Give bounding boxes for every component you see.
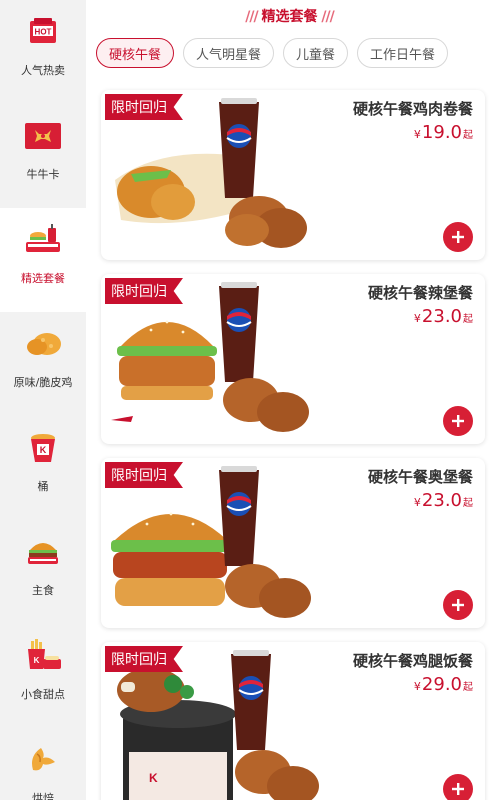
product-name: 硬核午餐鸡肉卷餐 xyxy=(352,100,473,118)
sidebar-item-label: 精选套餐 xyxy=(21,272,65,285)
price-value: 23.0 xyxy=(421,306,462,327)
tab-weekday-lunch[interactable]: 工作日午餐 xyxy=(357,38,449,68)
menu-content: /// 精选套餐 /// 硬核午餐 人气明星餐 儿童餐 工作日午餐 限时回归 硬… xyxy=(86,0,493,800)
section-title: 精选套餐 xyxy=(261,9,318,25)
sidebar-item-label: 烘焙 xyxy=(32,792,54,800)
product-name: 硬核午餐鸡腿饭餐 xyxy=(352,652,473,670)
plus-icon xyxy=(452,599,464,611)
kfc-bucket-icon: K xyxy=(23,428,63,468)
limited-return-tag: 限时回归 xyxy=(105,462,183,488)
sidebar-item-label: 牛牛卡 xyxy=(26,168,60,181)
product-price: ¥ 19.0 起 xyxy=(414,122,473,143)
burger-icon xyxy=(23,532,63,572)
price-currency: ¥ xyxy=(413,312,421,325)
price-currency: ¥ xyxy=(413,680,421,693)
product-card[interactable]: K 限时回归 硬核午餐鸡腿饭餐 ¥ 29.0 起 xyxy=(101,642,485,800)
sidebar-item-combo[interactable]: 精选套餐 xyxy=(0,208,86,312)
bull-card-icon xyxy=(23,116,63,156)
price-value: 19.0 xyxy=(421,122,462,143)
section-header: /// 精选套餐 /// xyxy=(86,6,493,26)
sidebar-item-label: 主食 xyxy=(32,584,54,597)
tab-hardcore-lunch[interactable]: 硬核午餐 xyxy=(96,38,175,68)
add-to-cart-button[interactable] xyxy=(443,590,473,620)
product-card[interactable]: 限时回归 硬核午餐奥堡餐 ¥ 23.0 起 xyxy=(101,458,485,628)
combo-tabs: 硬核午餐 人气明星餐 儿童餐 工作日午餐 xyxy=(96,38,449,68)
limited-return-tag: 限时回归 xyxy=(105,278,183,304)
sidebar-item-bucket[interactable]: K 桶 xyxy=(0,416,86,520)
svg-text:HOT: HOT xyxy=(35,28,52,37)
svg-text:K: K xyxy=(40,445,47,455)
hot-box-icon: HOT xyxy=(23,12,63,52)
price-suffix: 起 xyxy=(463,682,473,693)
plus-icon xyxy=(452,415,464,427)
tab-kids-meal[interactable]: 儿童餐 xyxy=(283,38,349,68)
sidebar-item-chicken[interactable]: 原味/脆皮鸡 xyxy=(0,312,86,416)
combo-meal-icon xyxy=(23,220,63,260)
product-name: 硬核午餐辣堡餐 xyxy=(367,284,473,302)
price-value: 29.0 xyxy=(421,674,462,695)
product-price: ¥ 23.0 起 xyxy=(414,306,473,327)
product-price: ¥ 29.0 起 xyxy=(414,674,473,695)
price-value: 23.0 xyxy=(421,490,462,511)
sidebar-item-label: 小食甜点 xyxy=(21,688,65,701)
fried-chicken-icon xyxy=(23,324,63,364)
croissant-icon xyxy=(23,740,63,780)
sidebar-item-label: 人气热卖 xyxy=(21,64,65,77)
sidebar-item-bakery[interactable]: 烘焙 xyxy=(0,728,86,800)
limited-return-tag: 限时回归 xyxy=(105,646,183,672)
snack-fries-icon: K xyxy=(23,636,63,676)
sidebar-item-bull-card[interactable]: 牛牛卡 xyxy=(0,104,86,208)
bucket-label-decor: K xyxy=(149,771,158,785)
add-to-cart-button[interactable] xyxy=(443,774,473,800)
price-currency: ¥ xyxy=(413,128,421,141)
sidebar-item-hot[interactable]: HOT 人气热卖 xyxy=(0,0,86,104)
limited-return-tag: 限时回归 xyxy=(105,94,183,120)
sidebar-item-snacks[interactable]: K 小食甜点 xyxy=(0,624,86,728)
plus-icon xyxy=(452,783,464,795)
decor-slashes-right: /// xyxy=(317,9,334,25)
product-card[interactable]: 限时回归 硬核午餐辣堡餐 ¥ 23.0 起 xyxy=(101,274,485,444)
tab-popular-star-meal[interactable]: 人气明星餐 xyxy=(183,38,275,68)
sidebar-item-staple[interactable]: 主食 xyxy=(0,520,86,624)
product-name: 硬核午餐奥堡餐 xyxy=(367,468,473,486)
add-to-cart-button[interactable] xyxy=(443,406,473,436)
sidebar-item-label: 桶 xyxy=(37,480,49,493)
decor-slashes-left: /// xyxy=(245,9,262,25)
price-currency: ¥ xyxy=(413,496,421,509)
product-card[interactable]: 限时回归 硬核午餐鸡肉卷餐 ¥ 19.0 起 xyxy=(101,90,485,260)
plus-icon xyxy=(452,231,464,243)
price-suffix: 起 xyxy=(463,130,473,141)
price-suffix: 起 xyxy=(463,498,473,509)
add-to-cart-button[interactable] xyxy=(443,222,473,252)
category-sidebar: HOT 人气热卖 牛牛卡 精选套餐 原味/脆皮鸡 K 桶 主食 K 小食甜点 烘… xyxy=(0,0,86,800)
sidebar-item-label: 原味/脆皮鸡 xyxy=(13,376,73,389)
svg-text:K: K xyxy=(34,656,40,665)
price-suffix: 起 xyxy=(463,314,473,325)
product-price: ¥ 23.0 起 xyxy=(414,490,473,511)
